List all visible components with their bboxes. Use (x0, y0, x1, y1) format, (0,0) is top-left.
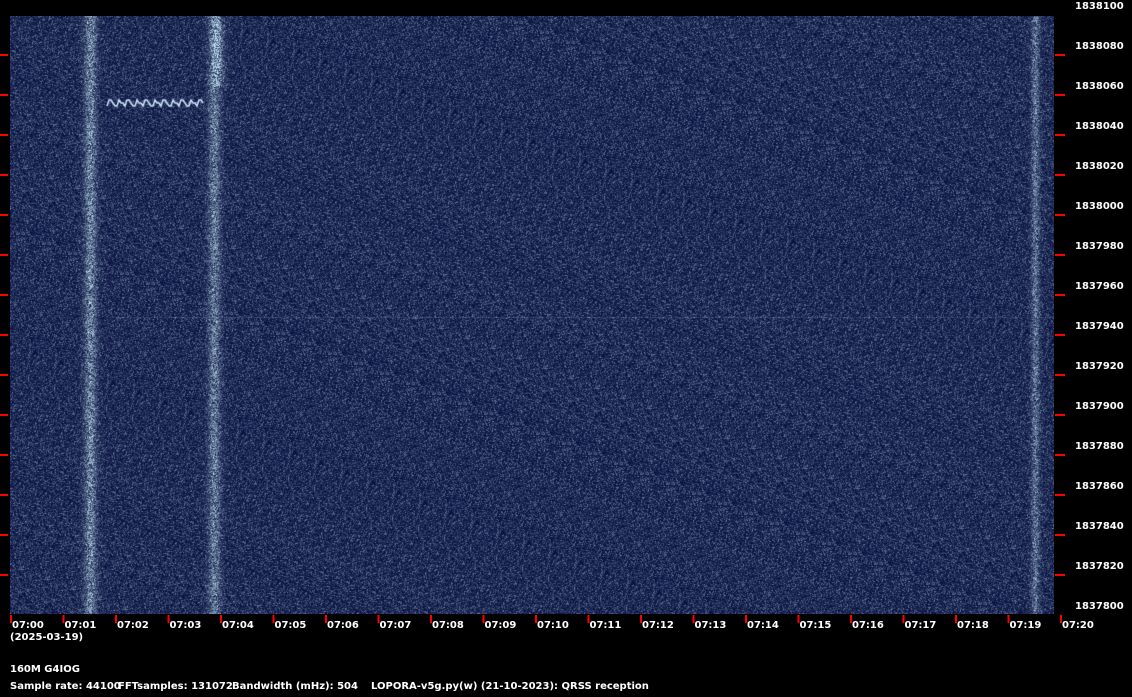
date-label: (2025-03-19) (10, 632, 84, 643)
frequency-label: 1838100 (1075, 1, 1124, 12)
time-label: 07:00 (12, 620, 44, 631)
time-label: 07:10 (537, 620, 569, 631)
time-label: 07:11 (589, 620, 622, 631)
time-label: 07:14 (747, 620, 779, 631)
frequency-label: 1838000 (1075, 201, 1124, 212)
frequency-label: 1837960 (1075, 281, 1124, 292)
frequency-label: 1837920 (1075, 361, 1124, 372)
frequency-label: 1838080 (1075, 41, 1124, 52)
time-label: 07:15 (799, 620, 832, 631)
sample-rate-label: Sample rate: 44100 (10, 681, 121, 692)
time-label: 07:06 (327, 620, 359, 631)
frequency-label: 1837860 (1075, 481, 1124, 492)
frequency-label: 1837840 (1075, 521, 1124, 532)
time-label: 07:20 (1062, 620, 1094, 631)
frequency-label: 1837820 (1075, 561, 1124, 572)
time-label: 07:18 (957, 620, 989, 631)
time-label: 07:04 (222, 620, 254, 631)
time-label: 07:09 (484, 620, 517, 631)
time-label: 07:03 (169, 620, 202, 631)
frequency-label: 1837900 (1075, 401, 1124, 412)
axes-overlay (0, 54, 1065, 623)
software-label: LOPORA-v5g.py(w) (21-10-2023): QRSS rece… (371, 681, 649, 692)
time-label: 07:12 (642, 620, 674, 631)
bandwidth-label: Bandwidth (mHz): 504 (232, 681, 358, 692)
station-label: 160M G4IOG (10, 664, 80, 675)
time-label: 07:19 (1009, 620, 1042, 631)
time-label: 07:05 (274, 620, 307, 631)
frequency-label: 1837880 (1075, 441, 1124, 452)
time-label: 07:17 (904, 620, 937, 631)
time-label: 07:16 (852, 620, 884, 631)
time-label: 07:02 (117, 620, 149, 631)
fft-samples-label: FFTsamples: 131072 (118, 681, 233, 692)
frequency-label: 1837980 (1075, 241, 1124, 252)
time-label: 07:01 (64, 620, 97, 631)
frequency-label: 1838020 (1075, 161, 1124, 172)
time-label: 07:07 (379, 620, 412, 631)
frequency-label: 1837800 (1075, 601, 1124, 612)
frequency-label: 1838040 (1075, 121, 1124, 132)
frequency-label: 1838060 (1075, 81, 1124, 92)
time-label: 07:13 (694, 620, 727, 631)
time-label: 07:08 (432, 620, 464, 631)
frequency-label: 1837940 (1075, 321, 1124, 332)
